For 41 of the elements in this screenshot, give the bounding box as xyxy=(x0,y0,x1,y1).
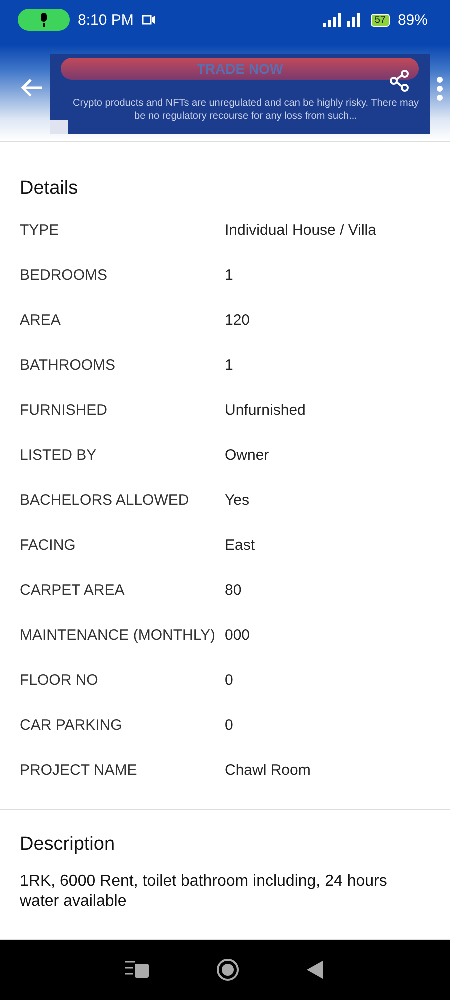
detail-value: Unfurnished xyxy=(225,402,306,419)
detail-value: 1 xyxy=(225,267,234,284)
detail-value: 1 xyxy=(225,357,234,374)
detail-label: FACING xyxy=(20,537,77,554)
signal-icon xyxy=(322,13,363,27)
detail-label: FURNISHED xyxy=(20,402,109,419)
detail-value: Individual House / Villa xyxy=(225,222,376,239)
detail-value: 0 xyxy=(225,717,234,734)
recents-icon[interactable] xyxy=(122,959,151,981)
detail-label: LISTED BY xyxy=(20,447,98,464)
detail-value: Chawl Room xyxy=(225,762,311,779)
detail-value: 0 xyxy=(225,672,234,689)
detail-label: BEDROOMS xyxy=(20,267,109,284)
microphone-icon xyxy=(18,9,70,31)
detail-label: TYPE xyxy=(20,222,60,239)
section-heading: Details xyxy=(20,178,80,200)
detail-label: CARPET AREA xyxy=(20,582,126,599)
more-icon[interactable] xyxy=(436,76,444,102)
detail-label: AREA xyxy=(20,312,62,329)
detail-label: PROJECT NAME xyxy=(20,762,138,779)
detail-value: 120 xyxy=(225,312,250,329)
detail-value: 000 xyxy=(225,627,250,644)
description-text: 1RK, 6000 Rent, toilet bathroom including, 24 hours water available xyxy=(20,872,388,912)
video-icon xyxy=(142,15,156,25)
home-icon[interactable] xyxy=(216,958,240,982)
battery-percent: 89% xyxy=(398,12,428,28)
status-time: 8:10 PM xyxy=(78,12,134,28)
detail-label: MAINTENANCE (MONTHLY) xyxy=(20,627,217,644)
ad-banner[interactable]: TRADE NOW Crypto products and NFTs are unregulated and can be highly risky. There may be no regulatory recourse for any loss from such... xyxy=(50,54,430,134)
detail-label: CAR PARKING xyxy=(20,717,124,734)
ad-disclaimer: Crypto products and NFTs are unregulated and can be highly risky. There may be no regulatory recourse for any loss from such... xyxy=(72,97,420,123)
detail-label: FLOOR NO xyxy=(20,672,100,689)
detail-value: 80 xyxy=(225,582,242,599)
detail-label: BACHELORS ALLOWED xyxy=(20,492,190,509)
detail-label: BATHROOMS xyxy=(20,357,117,374)
section-heading: Description xyxy=(20,834,116,856)
detail-value: Owner xyxy=(225,447,270,464)
battery-badge: 57 xyxy=(370,14,390,26)
detail-value: Yes xyxy=(225,492,250,509)
detail-value: East xyxy=(225,537,256,554)
share-icon[interactable] xyxy=(390,70,410,92)
